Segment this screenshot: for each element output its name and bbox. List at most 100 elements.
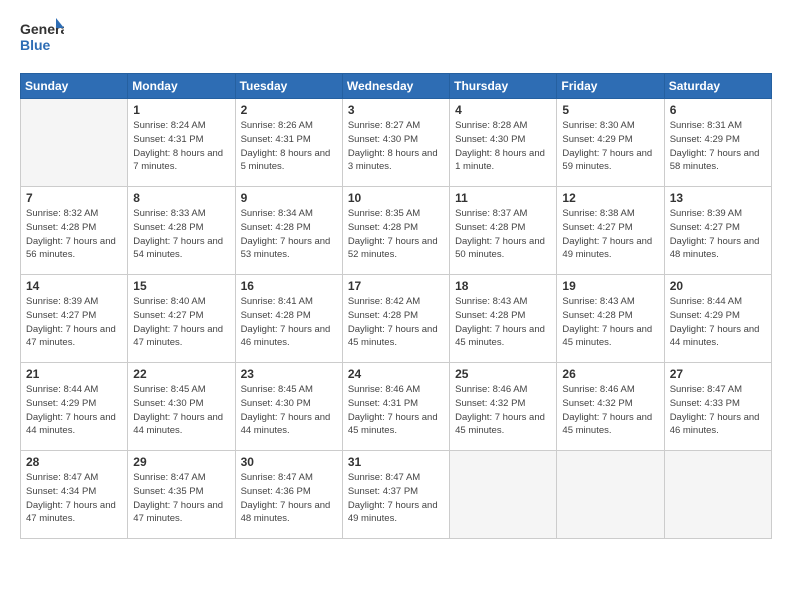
day-info: Sunrise: 8:43 AMSunset: 4:28 PMDaylight:… [562,295,658,350]
day-cell [450,451,557,539]
day-cell: 18 Sunrise: 8:43 AMSunset: 4:28 PMDayligh… [450,275,557,363]
day-info: Sunrise: 8:43 AMSunset: 4:28 PMDaylight:… [455,295,551,350]
day-number: 16 [241,279,337,293]
day-cell: 5 Sunrise: 8:30 AMSunset: 4:29 PMDaylight… [557,99,664,187]
day-cell: 26Sunrise: 8:46 AMSunset: 4:32 PMDayligh… [557,363,664,451]
day-info: Sunrise: 8:37 AMSunset: 4:28 PMDaylight:… [455,207,551,262]
day-cell: 30 Sunrise: 8:47 AMSunset: 4:36 PMDayligh… [235,451,342,539]
svg-text:Blue: Blue [20,37,51,53]
day-info: Sunrise: 8:47 AMSunset: 4:36 PMDaylight:… [241,471,337,526]
day-number: 2 [241,103,337,117]
day-number: 22 [133,367,229,381]
day-info: Sunrise: 8:47 AMSunset: 4:37 PMDaylight:… [348,471,444,526]
day-info: Sunrise: 8:41 AMSunset: 4:28 PMDaylight:… [241,295,337,350]
week-row-2: 14 Sunrise: 8:39 AMSunset: 4:27 PMDayligh… [21,275,772,363]
day-cell: 10 Sunrise: 8:35 AMSunset: 4:28 PMDayligh… [342,187,449,275]
day-number: 30 [241,455,337,469]
day-cell: 25 Sunrise: 8:46 AMSunset: 4:32 PMDayligh… [450,363,557,451]
day-info: Sunrise: 8:26 AMSunset: 4:31 PMDaylight:… [241,119,337,174]
weekday-row: SundayMondayTuesdayWednesdayThursdayFrid… [21,74,772,99]
day-number: 28 [26,455,122,469]
day-number: 25 [455,367,551,381]
logo-text: General Blue [20,16,64,63]
day-info: Sunrise: 8:47 AMSunset: 4:34 PMDaylight:… [26,471,122,526]
day-cell: 27Sunrise: 8:47 AMSunset: 4:33 PMDayligh… [664,363,771,451]
logo: General Blue [20,16,64,63]
day-cell: 31Sunrise: 8:47 AMSunset: 4:37 PMDayligh… [342,451,449,539]
day-cell: 3 Sunrise: 8:27 AMSunset: 4:30 PMDaylight… [342,99,449,187]
day-number: 20 [670,279,766,293]
day-info: Sunrise: 8:24 AMSunset: 4:31 PMDaylight:… [133,119,229,174]
day-number: 11 [455,191,551,205]
day-number: 1 [133,103,229,117]
day-number: 29 [133,455,229,469]
day-info: Sunrise: 8:27 AMSunset: 4:30 PMDaylight:… [348,119,444,174]
day-cell [21,99,128,187]
day-info: Sunrise: 8:45 AMSunset: 4:30 PMDaylight:… [133,383,229,438]
day-info: Sunrise: 8:46 AMSunset: 4:32 PMDaylight:… [562,383,658,438]
day-cell: 28 Sunrise: 8:47 AMSunset: 4:34 PMDayligh… [21,451,128,539]
day-number: 15 [133,279,229,293]
weekday-header-saturday: Saturday [664,74,771,99]
day-info: Sunrise: 8:39 AMSunset: 4:27 PMDaylight:… [26,295,122,350]
day-number: 7 [26,191,122,205]
day-number: 3 [348,103,444,117]
day-number: 12 [562,191,658,205]
day-number: 18 [455,279,551,293]
week-row-0: 1 Sunrise: 8:24 AMSunset: 4:31 PMDaylight… [21,99,772,187]
day-number: 6 [670,103,766,117]
day-info: Sunrise: 8:44 AMSunset: 4:29 PMDaylight:… [26,383,122,438]
page: General Blue SundayMondayTuesdayWednesda… [0,0,792,612]
weekday-header-tuesday: Tuesday [235,74,342,99]
day-number: 8 [133,191,229,205]
day-number: 14 [26,279,122,293]
day-info: Sunrise: 8:32 AMSunset: 4:28 PMDaylight:… [26,207,122,262]
day-cell: 9 Sunrise: 8:34 AMSunset: 4:28 PMDaylight… [235,187,342,275]
day-cell: 21 Sunrise: 8:44 AMSunset: 4:29 PMDayligh… [21,363,128,451]
day-cell: 14 Sunrise: 8:39 AMSunset: 4:27 PMDayligh… [21,275,128,363]
weekday-header-thursday: Thursday [450,74,557,99]
day-cell: 12Sunrise: 8:38 AMSunset: 4:27 PMDayligh… [557,187,664,275]
calendar-header: SundayMondayTuesdayWednesdayThursdayFrid… [21,74,772,99]
day-cell: 16 Sunrise: 8:41 AMSunset: 4:28 PMDayligh… [235,275,342,363]
day-info: Sunrise: 8:31 AMSunset: 4:29 PMDaylight:… [670,119,766,174]
day-cell: 22 Sunrise: 8:45 AMSunset: 4:30 PMDayligh… [128,363,235,451]
day-cell: 29Sunrise: 8:47 AMSunset: 4:35 PMDayligh… [128,451,235,539]
day-cell: 15 Sunrise: 8:40 AMSunset: 4:27 PMDayligh… [128,275,235,363]
day-number: 13 [670,191,766,205]
day-info: Sunrise: 8:30 AMSunset: 4:29 PMDaylight:… [562,119,658,174]
day-cell: 20Sunrise: 8:44 AMSunset: 4:29 PMDayligh… [664,275,771,363]
day-number: 4 [455,103,551,117]
day-cell [664,451,771,539]
day-number: 17 [348,279,444,293]
week-row-3: 21 Sunrise: 8:44 AMSunset: 4:29 PMDayligh… [21,363,772,451]
day-info: Sunrise: 8:28 AMSunset: 4:30 PMDaylight:… [455,119,551,174]
day-info: Sunrise: 8:35 AMSunset: 4:28 PMDaylight:… [348,207,444,262]
day-info: Sunrise: 8:33 AMSunset: 4:28 PMDaylight:… [133,207,229,262]
day-info: Sunrise: 8:47 AMSunset: 4:33 PMDaylight:… [670,383,766,438]
day-number: 23 [241,367,337,381]
day-cell: 8 Sunrise: 8:33 AMSunset: 4:28 PMDaylight… [128,187,235,275]
day-info: Sunrise: 8:45 AMSunset: 4:30 PMDaylight:… [241,383,337,438]
weekday-header-friday: Friday [557,74,664,99]
week-row-1: 7 Sunrise: 8:32 AMSunset: 4:28 PMDaylight… [21,187,772,275]
day-info: Sunrise: 8:46 AMSunset: 4:32 PMDaylight:… [455,383,551,438]
week-row-4: 28 Sunrise: 8:47 AMSunset: 4:34 PMDayligh… [21,451,772,539]
header: General Blue [20,16,772,63]
weekday-header-sunday: Sunday [21,74,128,99]
day-number: 19 [562,279,658,293]
calendar: SundayMondayTuesdayWednesdayThursdayFrid… [20,73,772,539]
calendar-body: 1 Sunrise: 8:24 AMSunset: 4:31 PMDaylight… [21,99,772,539]
day-cell: 4 Sunrise: 8:28 AMSunset: 4:30 PMDaylight… [450,99,557,187]
day-number: 5 [562,103,658,117]
day-info: Sunrise: 8:34 AMSunset: 4:28 PMDaylight:… [241,207,337,262]
day-cell: 6 Sunrise: 8:31 AMSunset: 4:29 PMDaylight… [664,99,771,187]
day-info: Sunrise: 8:39 AMSunset: 4:27 PMDaylight:… [670,207,766,262]
day-number: 21 [26,367,122,381]
day-cell [557,451,664,539]
day-number: 9 [241,191,337,205]
day-number: 10 [348,191,444,205]
day-number: 24 [348,367,444,381]
day-cell: 19 Sunrise: 8:43 AMSunset: 4:28 PMDayligh… [557,275,664,363]
day-info: Sunrise: 8:40 AMSunset: 4:27 PMDaylight:… [133,295,229,350]
